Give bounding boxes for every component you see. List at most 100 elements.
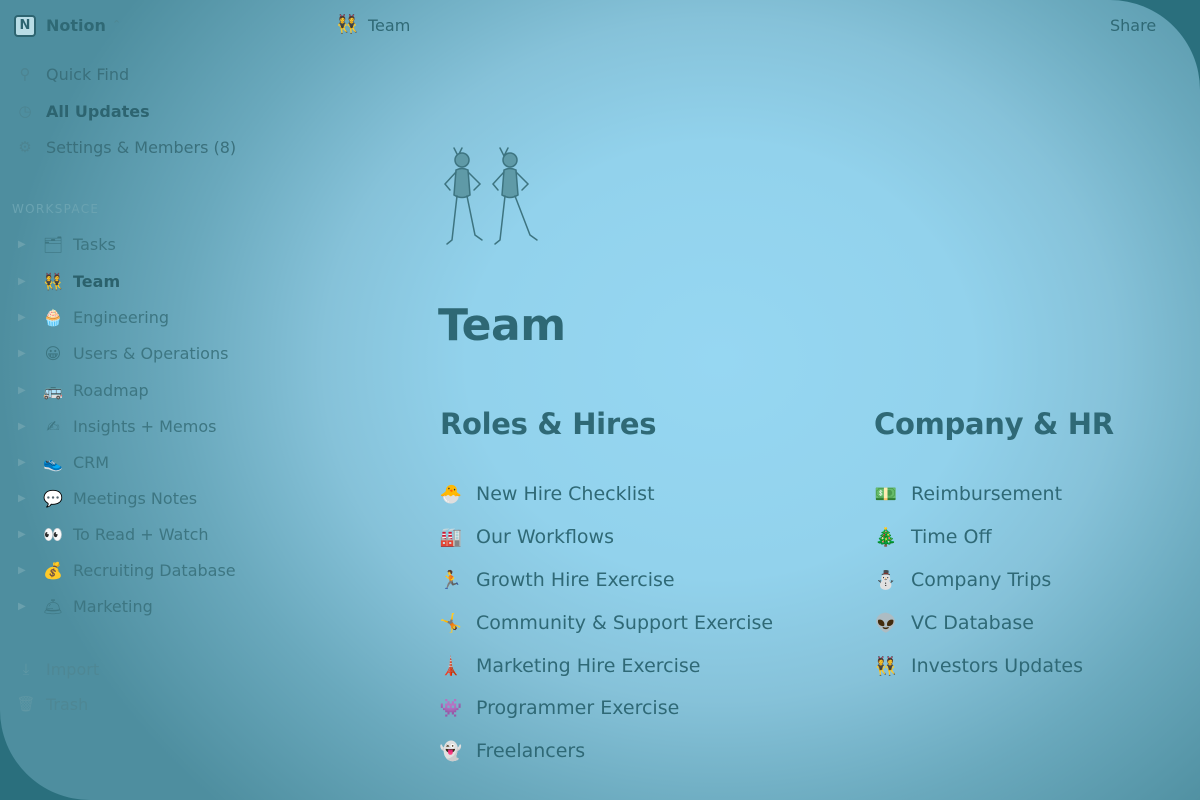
breadcrumb-team-icon: 👯 <box>336 14 359 35</box>
breadcrumb[interactable]: Team <box>368 16 410 35</box>
sidebar-item-insights-memos[interactable]: ▶ ✍ Insights + Memos <box>18 414 216 438</box>
link-community-support-exercise[interactable]: 🤸 Community & Support Exercise <box>438 609 773 637</box>
insights-icon: ✍ <box>46 416 60 436</box>
expand-triangle-icon[interactable]: ▶ <box>18 421 32 432</box>
link-label: Time Off <box>911 526 992 548</box>
expand-triangle-icon[interactable]: ▶ <box>18 348 32 359</box>
sidebar-item-to-read-watch[interactable]: ▶ 👀 To Read + Watch <box>18 522 209 546</box>
workspace-switcher-icon[interactable]: ⌃ <box>112 18 121 31</box>
link-new-hire-checklist[interactable]: 🐣 New Hire Checklist <box>438 480 655 508</box>
recruiting-icon: 💰 <box>43 560 63 580</box>
sidebar-item-team[interactable]: ▶ 👯 Team <box>18 269 120 293</box>
notion-logo-icon[interactable]: N <box>14 15 36 37</box>
sidebar-item-label: Users & Operations <box>73 343 229 363</box>
expand-triangle-icon[interactable]: ▶ <box>18 312 32 323</box>
import-button[interactable]: ⤓ Import <box>16 657 99 681</box>
workspace-section-heading: WORKSPACE <box>12 202 100 216</box>
all-updates-label: All Updates <box>46 101 150 121</box>
quick-find-label: Quick Find <box>46 64 130 84</box>
engineering-icon: 🧁 <box>43 307 63 327</box>
sidebar-item-engineering[interactable]: ▶ 🧁 Engineering <box>18 305 169 329</box>
expand-triangle-icon[interactable]: ▶ <box>18 565 32 576</box>
link-freelancers[interactable]: 👻 Freelancers <box>438 737 585 765</box>
roles-hires-heading: Roles & Hires <box>440 407 657 441</box>
marketing-hire-icon: 🗼 <box>439 655 463 677</box>
link-label: Company Trips <box>911 569 1052 591</box>
company-hr-heading: Company & HR <box>874 407 1114 441</box>
tree-icon: 🎄 <box>874 526 898 548</box>
support-icon: 🤸 <box>439 612 463 634</box>
quick-find-button[interactable]: ⚲ Quick Find <box>14 62 130 86</box>
runner-icon: 🏃 <box>439 569 463 591</box>
trash-label: Trash <box>46 694 89 714</box>
sidebar-item-label: Engineering <box>73 307 169 327</box>
expand-triangle-icon[interactable]: ▶ <box>18 457 32 468</box>
expand-triangle-icon[interactable]: ▶ <box>18 385 32 396</box>
alien-icon: 👽 <box>874 612 898 634</box>
link-label: Growth Hire Exercise <box>476 569 675 591</box>
workflows-icon: 🏭 <box>439 526 463 548</box>
freelancers-icon: 👻 <box>439 740 463 762</box>
link-label: Reimbursement <box>911 483 1063 505</box>
team-dancers-icon[interactable] <box>440 140 550 250</box>
sidebar-item-tasks[interactable]: ▶ 🗂 Tasks <box>18 232 116 256</box>
link-investors-updates[interactable]: 👯 Investors Updates <box>873 652 1083 680</box>
app-window: N Notion ⌃ 👯 Team Share ⚲ Quick Find ◷ A… <box>0 0 1200 800</box>
settings-members-button[interactable]: ⚙ Settings & Members (8) <box>14 135 236 159</box>
team-icon: 👯 <box>43 271 63 291</box>
link-time-off[interactable]: 🎄 Time Off <box>873 523 992 551</box>
link-growth-hire-exercise[interactable]: 🏃 Growth Hire Exercise <box>438 566 675 594</box>
snowman-icon: ⛄ <box>874 569 898 591</box>
gear-icon: ⚙ <box>18 138 32 156</box>
expand-triangle-icon[interactable]: ▶ <box>18 276 32 287</box>
sidebar-item-label: Roadmap <box>73 380 149 400</box>
settings-members-label: Settings & Members (8) <box>46 137 237 157</box>
sidebar-item-crm[interactable]: ▶ 👟 CRM <box>18 450 109 474</box>
link-label: New Hire Checklist <box>476 483 655 505</box>
share-button[interactable]: Share <box>1110 16 1156 35</box>
page-title[interactable]: Team <box>438 300 566 351</box>
link-label: VC Database <box>911 612 1034 634</box>
sidebar-item-label: Team <box>73 271 121 291</box>
sidebar-item-label: Tasks <box>73 234 116 254</box>
link-label: Our Workflows <box>476 526 614 548</box>
link-vc-database[interactable]: 👽 VC Database <box>873 609 1034 637</box>
link-marketing-hire-exercise[interactable]: 🗼 Marketing Hire Exercise <box>438 652 701 680</box>
link-reimbursement[interactable]: 💵 Reimbursement <box>873 480 1062 508</box>
sidebar-item-label: Marketing <box>73 596 153 616</box>
workspace-name[interactable]: Notion <box>46 16 106 35</box>
sidebar-item-label: Meetings Notes <box>73 488 198 508</box>
link-label: Investors Updates <box>911 655 1084 677</box>
sidebar-item-recruiting-database[interactable]: ▶ 💰 Recruiting Database <box>18 558 236 582</box>
link-our-workflows[interactable]: 🏭 Our Workflows <box>438 523 614 551</box>
top-bar: N Notion ⌃ 👯 Team Share <box>0 0 1200 50</box>
expand-triangle-icon[interactable]: ▶ <box>18 601 32 612</box>
expand-triangle-icon[interactable]: ▶ <box>18 493 32 504</box>
tasks-icon: 🗂 <box>42 234 64 254</box>
investors-icon: 👯 <box>874 655 898 677</box>
money-icon: 💵 <box>874 483 898 505</box>
expand-triangle-icon[interactable]: ▶ <box>18 239 32 250</box>
link-label: Community & Support Exercise <box>476 612 774 634</box>
sidebar-item-users-operations[interactable]: ▶ 😀 Users & Operations <box>18 341 228 365</box>
sidebar-item-roadmap[interactable]: ▶ 🚌 Roadmap <box>18 378 149 402</box>
crm-icon: 👟 <box>43 452 63 472</box>
trash-icon: 🗑 <box>16 695 36 713</box>
expand-triangle-icon[interactable]: ▶ <box>18 529 32 540</box>
link-label: Marketing Hire Exercise <box>476 655 701 677</box>
all-updates-button[interactable]: ◷ All Updates <box>14 99 150 123</box>
programmer-icon: 👾 <box>439 697 463 719</box>
sidebar-item-meetings-notes[interactable]: ▶ 💬 Meetings Notes <box>18 486 197 510</box>
users-icon: 😀 <box>44 343 62 363</box>
sidebar-item-label: Insights + Memos <box>73 416 217 436</box>
sidebar-item-marketing[interactable]: ▶ 🛎 Marketing <box>18 594 153 618</box>
clock-icon: ◷ <box>18 102 32 120</box>
link-programmer-exercise[interactable]: 👾 Programmer Exercise <box>438 694 680 722</box>
marketing-icon: 🛎 <box>42 596 64 616</box>
search-icon: ⚲ <box>19 65 31 83</box>
sidebar-item-label: To Read + Watch <box>73 524 209 544</box>
trash-button[interactable]: 🗑 Trash <box>16 692 88 716</box>
link-company-trips[interactable]: ⛄ Company Trips <box>873 566 1052 594</box>
meeting-icon: 💬 <box>43 488 63 508</box>
sidebar-item-label: CRM <box>73 452 110 472</box>
